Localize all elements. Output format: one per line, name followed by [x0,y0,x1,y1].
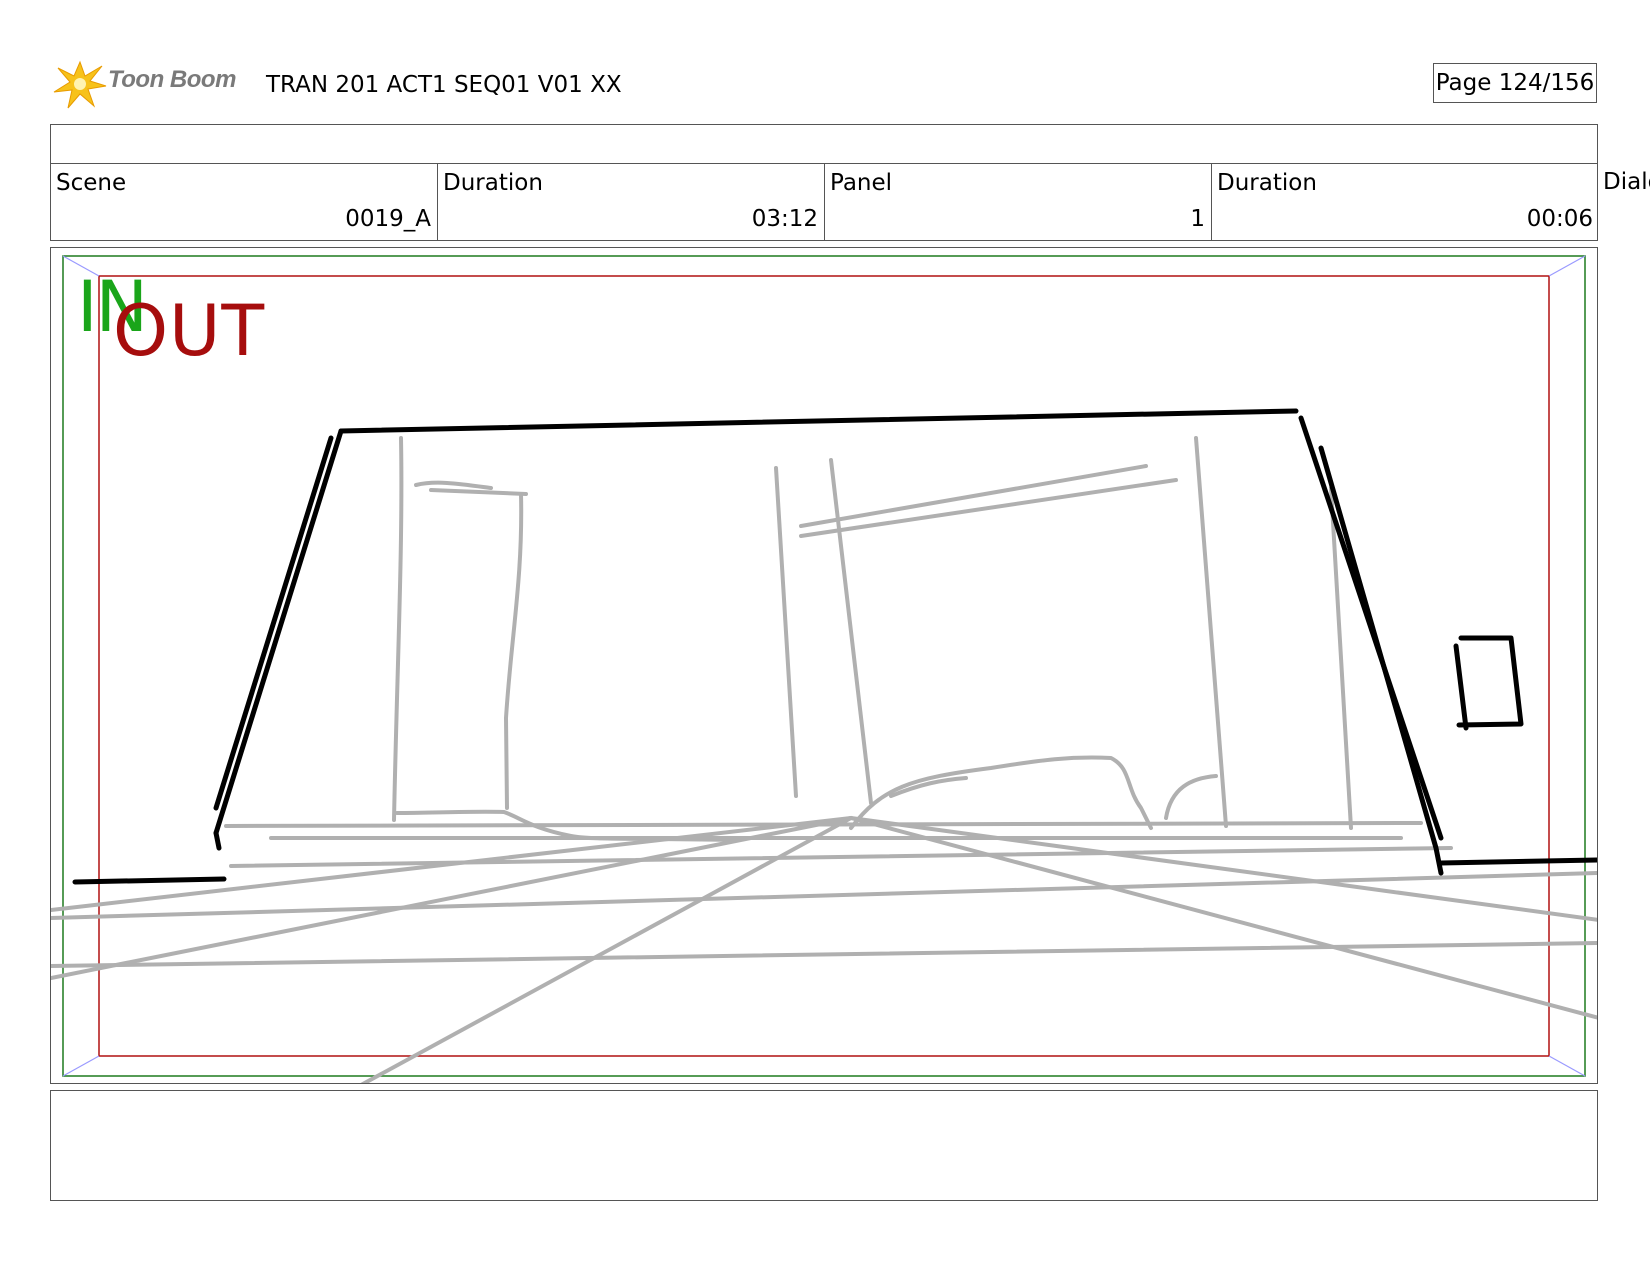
scene-label: Scene [56,170,127,196]
panel-cell: Panel 1 [825,164,1212,240]
panel-info-row: Scene 0019_A Duration 03:12 Panel 1 Dura… [50,163,1598,241]
starburst-icon [53,60,107,109]
scene-duration-label: Duration [443,170,543,196]
out-frame-label: OUT [113,290,266,372]
panel-duration-label: Duration [1217,170,1317,196]
header-bar [50,124,1598,163]
action-notes-box [50,1090,1598,1201]
storyboard-panel: IN OUT [50,247,1598,1084]
document-title: TRAN 201 ACT1 SEQ01 V01 XX [266,72,622,98]
sketch-construction-lines [51,436,1597,1083]
panel-label: Panel [830,170,893,196]
page-number: Page 124/156 [1433,63,1597,103]
out-frame [98,275,1550,1057]
logo-text: Toon Boom [108,66,236,93]
panel-value: 1 [1190,206,1205,232]
sketch-outline-strokes [72,408,1597,885]
panel-sketch [51,255,1597,1083]
toon-boom-logo: Toon Boom [52,56,252,112]
scene-value: 0019_A [345,206,431,232]
scene-duration-value: 03:12 [751,206,818,232]
scene-cell: Scene 0019_A [51,164,438,240]
panel-duration-cell: Duration 00:06 [1212,164,1599,240]
panel-duration-value: 00:06 [1526,206,1593,232]
dialog-label: Dialog [1603,169,1650,195]
scene-duration-cell: Duration 03:12 [438,164,825,240]
